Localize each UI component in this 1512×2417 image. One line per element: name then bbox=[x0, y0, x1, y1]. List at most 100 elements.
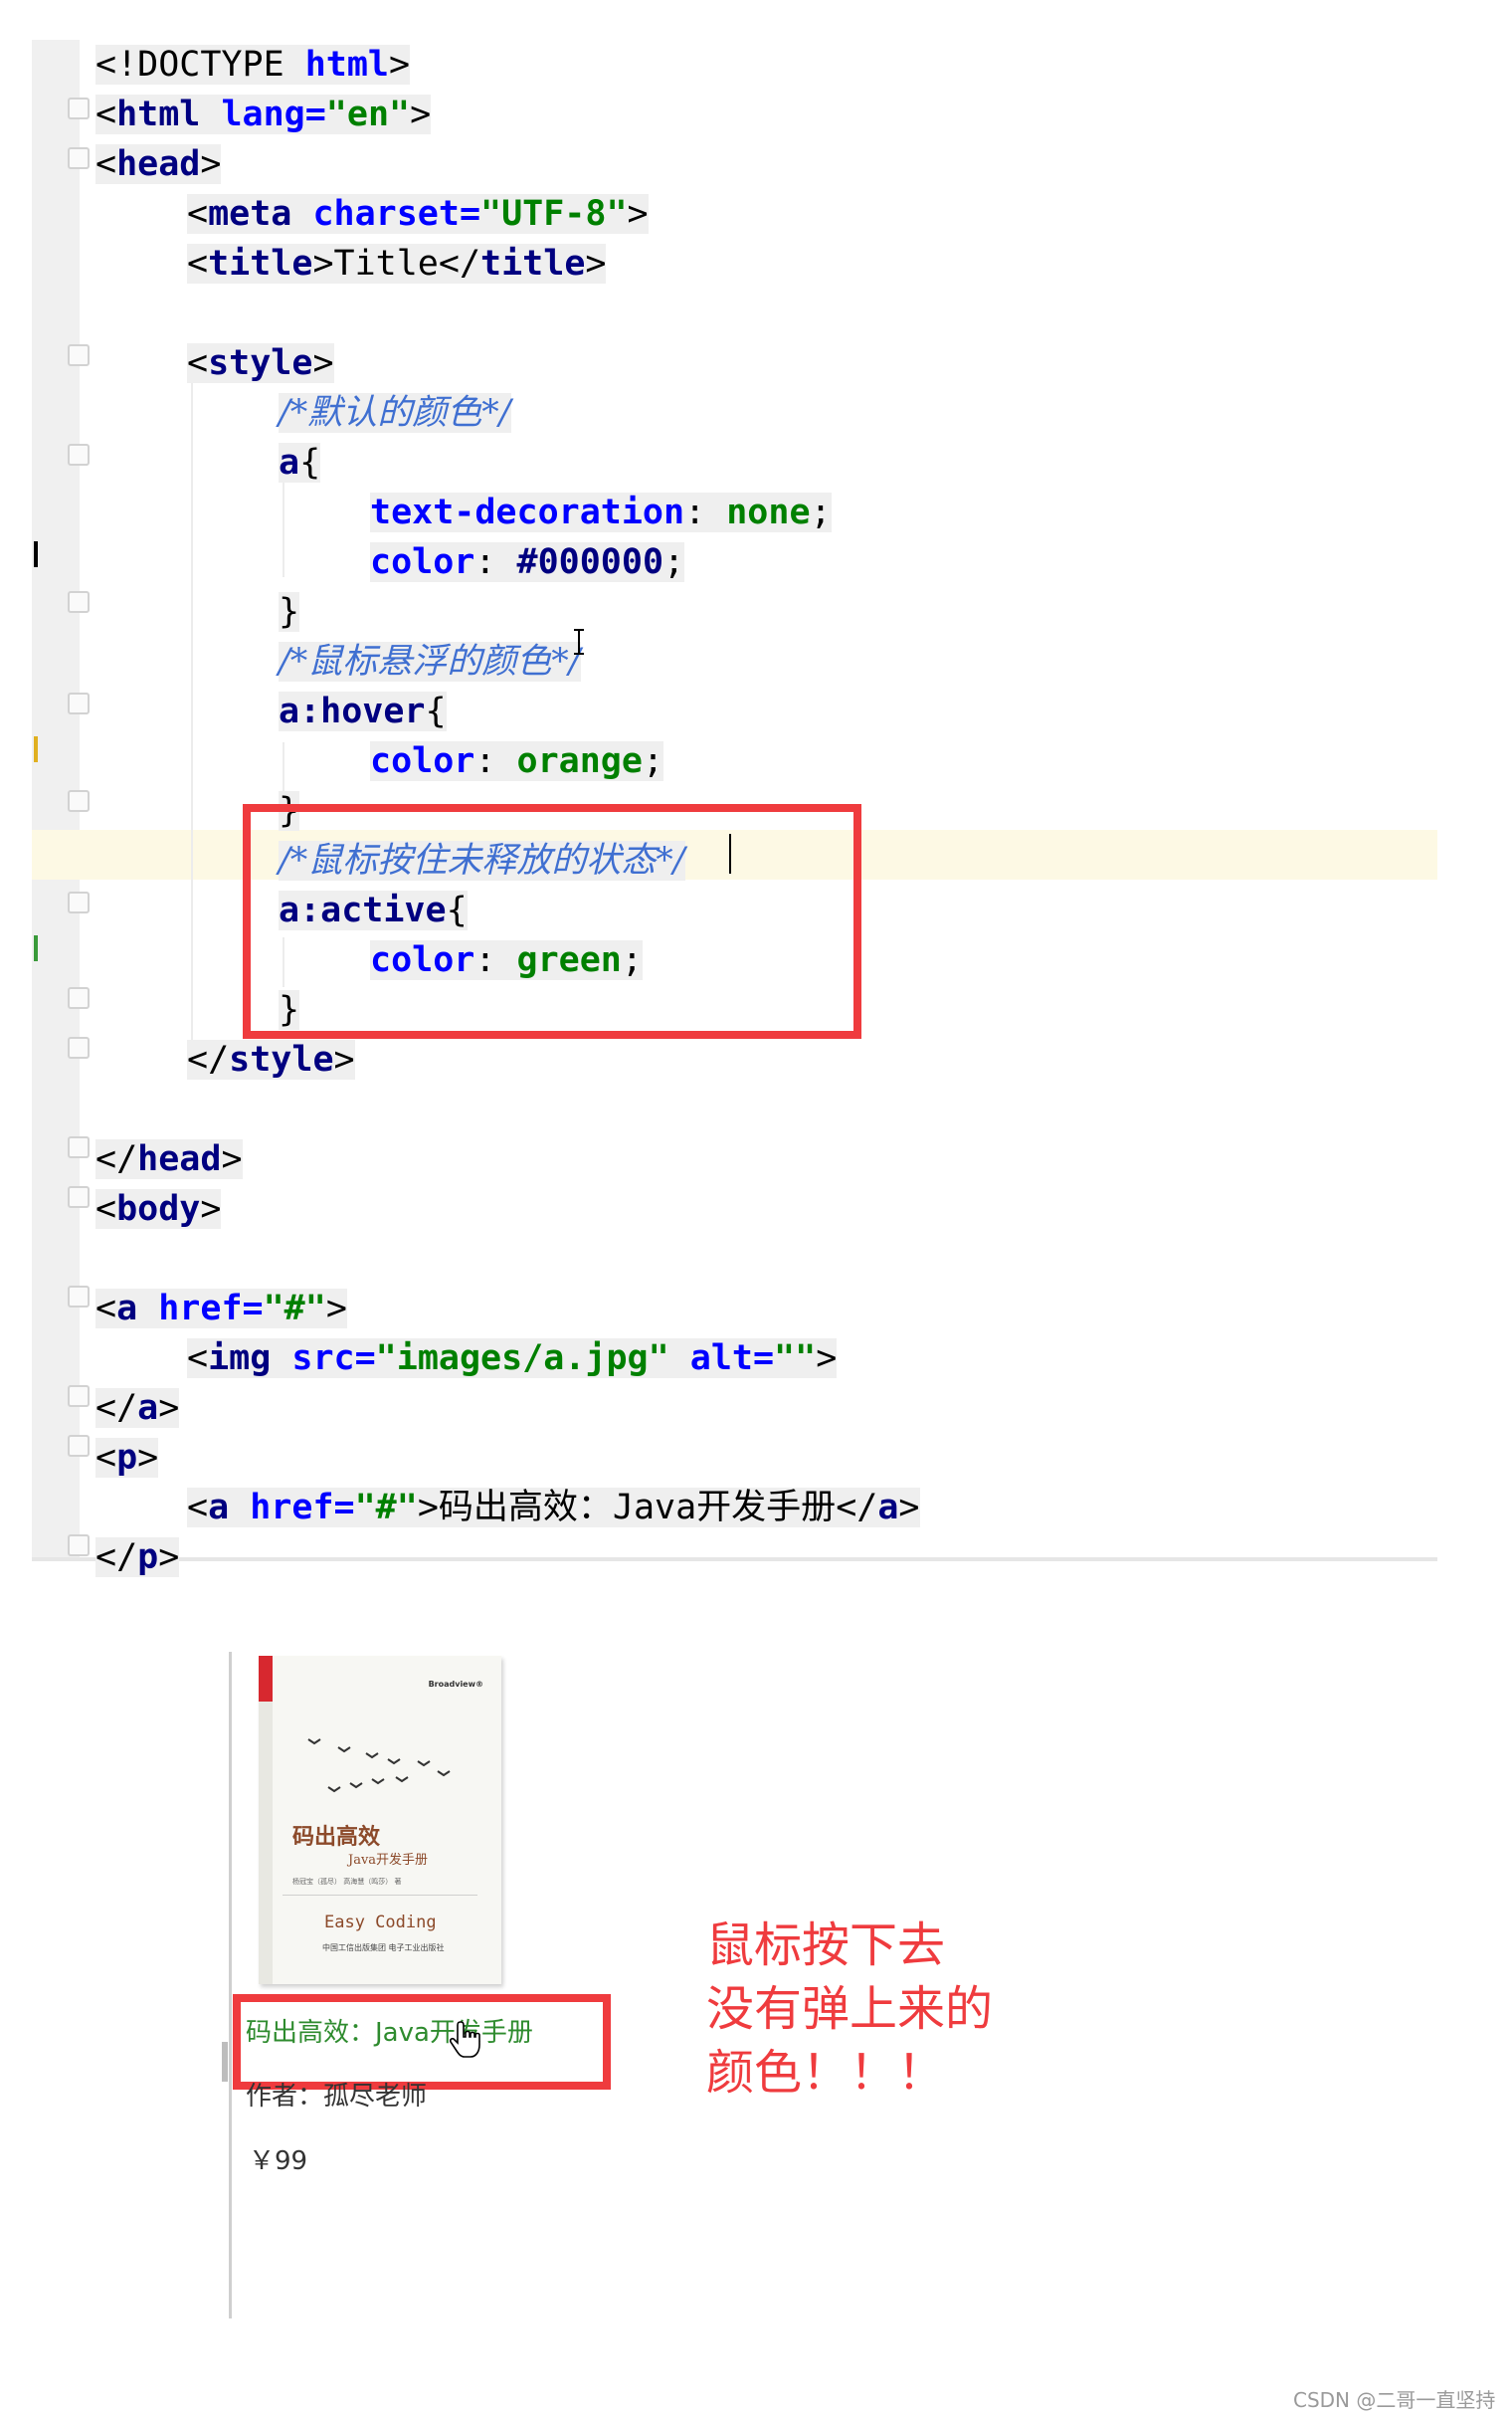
code-token-tag: html bbox=[116, 95, 222, 134]
fold-marker[interactable] bbox=[68, 1435, 90, 1457]
code-token-tag: head bbox=[116, 144, 201, 184]
highlight-box-green-link bbox=[233, 1994, 611, 2090]
code-line[interactable]: <head> bbox=[95, 139, 222, 189]
fold-marker[interactable] bbox=[68, 1037, 90, 1059]
code-token-attr: alt= bbox=[689, 1338, 775, 1378]
indent-guide bbox=[283, 742, 284, 792]
code-token-punct: > bbox=[221, 1139, 243, 1179]
fold-marker[interactable] bbox=[68, 1186, 90, 1208]
code-token-punct: < bbox=[95, 1289, 117, 1328]
code-token-tag: img bbox=[208, 1338, 292, 1378]
code-line[interactable]: a{ bbox=[279, 438, 321, 488]
fold-marker[interactable] bbox=[68, 1286, 90, 1308]
code-line[interactable]: <meta charset="UTF-8"> bbox=[187, 189, 649, 239]
gutter-change-marker bbox=[34, 541, 38, 567]
code-editor[interactable]: <!DOCTYPE html> <html lang="en"> <head> <me… bbox=[0, 0, 1437, 1577]
editor-bottom-border bbox=[32, 1557, 1437, 1561]
fold-marker[interactable] bbox=[68, 790, 90, 812]
code-token-punct: </ bbox=[438, 244, 481, 284]
code-line[interactable]: <body> bbox=[95, 1184, 222, 1234]
code-token-punct: > bbox=[333, 1040, 355, 1080]
code-token-punct: < bbox=[95, 1189, 117, 1229]
code-line-content: </a> bbox=[95, 1388, 180, 1428]
preview-scrollbar[interactable] bbox=[222, 2042, 228, 2082]
code-line-content: <html lang="en"> bbox=[95, 95, 432, 134]
code-token-tag: p bbox=[137, 1537, 159, 1577]
code-token-punct: > bbox=[137, 1438, 159, 1478]
code-line[interactable]: </p> bbox=[95, 1532, 180, 1582]
code-line[interactable]: </a> bbox=[95, 1383, 180, 1433]
book-divider bbox=[283, 1895, 477, 1896]
code-token-punct: < bbox=[187, 194, 209, 234]
code-token-punct: < bbox=[95, 1438, 117, 1478]
fold-marker[interactable] bbox=[68, 98, 90, 119]
fold-marker[interactable] bbox=[68, 1385, 90, 1407]
code-token-punct: > bbox=[200, 144, 222, 184]
code-line[interactable]: <html lang="en"> bbox=[95, 90, 432, 139]
code-line[interactable]: color: orange; bbox=[370, 736, 664, 786]
code-line[interactable]: </style> bbox=[187, 1035, 355, 1085]
code-token-text: Title bbox=[333, 244, 439, 284]
code-line[interactable]: color: #000000; bbox=[370, 537, 685, 587]
code-token-punct: > bbox=[312, 244, 334, 284]
code-line-content: <meta charset="UTF-8"> bbox=[187, 194, 649, 234]
code-token-tag: a bbox=[877, 1488, 899, 1527]
fold-marker[interactable] bbox=[68, 892, 90, 913]
code-token-punct: ; bbox=[642, 741, 664, 781]
code-token-punct: < bbox=[95, 95, 117, 134]
code-line-content: <a href="#">码出高效：Java开发手册</a> bbox=[187, 1488, 920, 1527]
code-line[interactable]: <p> bbox=[95, 1433, 159, 1483]
code-token-text: 码出高效：Java开发手册 bbox=[438, 1488, 837, 1527]
code-line[interactable]: </head> bbox=[95, 1134, 243, 1184]
book-subtitle: Java开发手册 bbox=[348, 1853, 429, 1868]
code-token-punct: < bbox=[187, 343, 209, 383]
code-line-content: <style> bbox=[187, 343, 334, 383]
code-line-content: <img src="images/a.jpg" alt=""> bbox=[187, 1338, 838, 1378]
code-token-tag: meta bbox=[208, 194, 313, 234]
code-token-punct: </ bbox=[95, 1388, 138, 1428]
fold-marker[interactable] bbox=[68, 344, 90, 366]
code-line-content: text-decoration: none; bbox=[370, 493, 832, 532]
code-line[interactable]: <a href="#">码出高效：Java开发手册</a> bbox=[187, 1483, 920, 1532]
code-line[interactable]: <style> bbox=[187, 338, 334, 388]
code-line[interactable]: /*鼠标悬浮的颜色*/ bbox=[279, 637, 581, 687]
code-line-content: a:hover{ bbox=[279, 692, 447, 731]
ibeam-cursor-icon bbox=[574, 629, 584, 655]
code-line[interactable]: text-decoration: none; bbox=[370, 488, 832, 537]
fold-marker[interactable] bbox=[68, 693, 90, 714]
code-token-attr: src= bbox=[291, 1338, 376, 1378]
code-line[interactable]: a:hover{ bbox=[279, 687, 447, 736]
fold-marker[interactable] bbox=[68, 987, 90, 1009]
code-line[interactable]: <a href="#"> bbox=[95, 1284, 347, 1333]
code-line[interactable]: } bbox=[279, 587, 300, 637]
book-press: 中国工信出版集团 电子工业出版社 bbox=[322, 1943, 445, 1952]
code-line[interactable]: <title>Title</title> bbox=[187, 239, 607, 289]
code-token-prop: color bbox=[370, 542, 475, 582]
code-token-prop: text-decoration bbox=[370, 493, 685, 532]
fold-marker[interactable] bbox=[68, 1136, 90, 1158]
code-token-punct: < bbox=[187, 1488, 209, 1527]
code-token-val: none bbox=[726, 493, 811, 532]
code-line[interactable]: <img src="images/a.jpg" alt=""> bbox=[187, 1333, 838, 1383]
code-line[interactable]: /*默认的颜色*/ bbox=[279, 388, 511, 438]
code-line-content: a{ bbox=[279, 443, 321, 483]
code-token-punct: > bbox=[410, 95, 432, 134]
code-token-punct: > bbox=[816, 1338, 838, 1378]
code-token-tag: style bbox=[208, 343, 313, 383]
annotation-note: 鼠标按下去 没有弹上来的 颜色！！！ bbox=[706, 1913, 1064, 2105]
code-token-val: orange bbox=[516, 741, 643, 781]
fold-marker[interactable] bbox=[68, 444, 90, 466]
book-spine bbox=[259, 1702, 273, 1984]
code-token-sel: :hover bbox=[299, 692, 426, 731]
fold-marker[interactable] bbox=[68, 591, 90, 613]
code-line-content: /*默认的颜色*/ bbox=[279, 393, 511, 433]
fold-marker[interactable] bbox=[68, 147, 90, 169]
book-cover-image[interactable]: Broadview® 码出高效 Java开发手册 杨冠宝（孤尽） 高海慧（鸣莎）… bbox=[259, 1656, 501, 1984]
code-token-punct: : bbox=[684, 493, 727, 532]
code-line[interactable]: <!DOCTYPE html> bbox=[95, 40, 411, 90]
fold-marker[interactable] bbox=[68, 1534, 90, 1556]
code-token-punct: > bbox=[158, 1388, 180, 1428]
code-token-tag: a bbox=[116, 1289, 159, 1328]
code-token-punct: > bbox=[898, 1488, 920, 1527]
watermark: CSDN @二哥一直坚持 bbox=[1293, 2388, 1496, 2412]
